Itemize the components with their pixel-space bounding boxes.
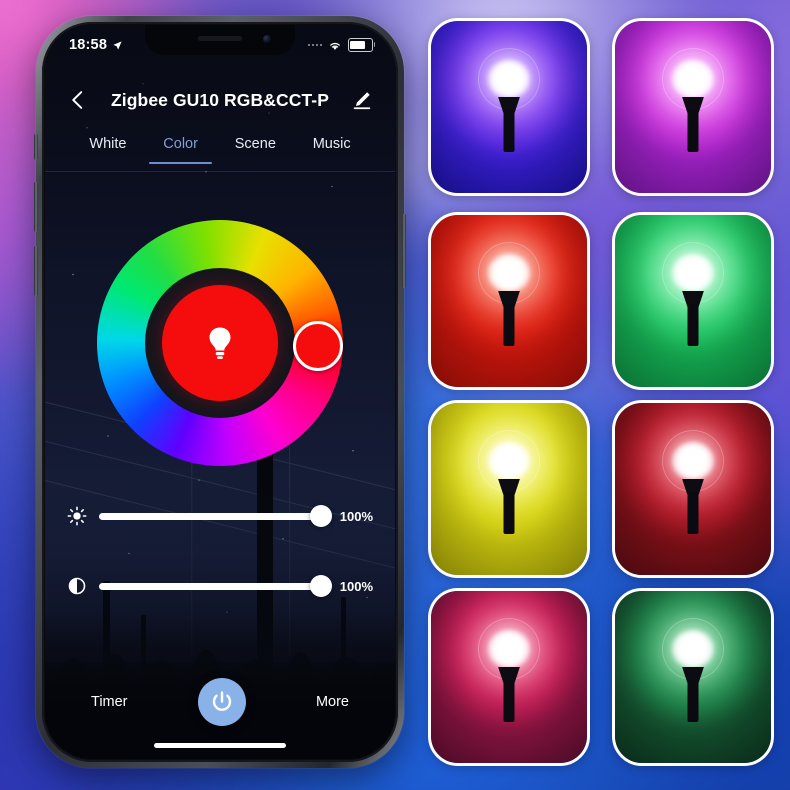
volume-down-button[interactable]	[34, 246, 38, 296]
temperature-slider-thumb[interactable]	[310, 575, 332, 597]
tabs-divider	[45, 171, 395, 172]
power-toggle-button[interactable]	[197, 678, 246, 726]
brightness-slider-row: 100%	[67, 495, 373, 537]
tile-vignette	[431, 215, 587, 387]
phone-screen: 18:58 Zigbee GU10 RGB&CCT-P White Color …	[45, 25, 395, 759]
more-button[interactable]: More	[316, 694, 349, 710]
hue-selector-handle[interactable]	[293, 321, 343, 371]
brightness-sun-icon	[67, 506, 87, 526]
wifi-icon	[330, 42, 340, 50]
product-tile-bulb-red[interactable]	[428, 212, 590, 390]
page-title: Zigbee GU10 RGB&CCT-P	[111, 89, 329, 110]
product-tile-bulb-dark-red[interactable]	[612, 400, 774, 578]
mode-tabs: White Color Scene Music	[45, 129, 395, 171]
temperature-slider-fill	[99, 582, 321, 590]
tab-scene[interactable]: Scene	[233, 136, 278, 164]
earpiece-speaker	[198, 36, 242, 41]
location-arrow-icon	[113, 40, 122, 50]
tab-color[interactable]: Color	[149, 136, 212, 164]
pencil-edit-icon[interactable]	[351, 89, 373, 111]
product-tile-grid	[428, 18, 776, 770]
phone-bezel: 18:58 Zigbee GU10 RGB&CCT-P White Color …	[42, 22, 398, 762]
light-bulb-icon	[209, 327, 231, 359]
tile-vignette	[615, 215, 771, 387]
temperature-slider-track[interactable]	[99, 575, 332, 597]
phone-notch	[145, 25, 295, 55]
volume-up-button[interactable]	[34, 182, 38, 232]
product-tile-bulb-magenta[interactable]	[612, 18, 774, 196]
tab-music[interactable]: Music	[311, 136, 353, 164]
brightness-slider-thumb[interactable]	[310, 505, 332, 527]
tile-vignette	[431, 403, 587, 575]
brightness-slider-fill	[99, 512, 321, 520]
color-wheel[interactable]	[97, 220, 343, 466]
tile-vignette	[431, 591, 587, 763]
brightness-slider-track[interactable]	[99, 505, 332, 527]
app-header: Zigbee GU10 RGB&CCT-P	[45, 77, 395, 123]
light-controls: 100% 100%	[45, 495, 395, 607]
home-indicator[interactable]	[154, 743, 286, 748]
temperature-value: 100%	[339, 578, 373, 594]
status-bar-time: 18:58	[69, 37, 108, 53]
status-bar-right	[307, 38, 376, 52]
mute-switch[interactable]	[34, 134, 38, 160]
power-side-button[interactable]	[402, 214, 406, 288]
chevron-left-icon[interactable]	[67, 89, 89, 111]
product-tile-bulb-crimson-pink[interactable]	[428, 588, 590, 766]
power-icon	[212, 691, 231, 711]
color-temperature-icon	[68, 577, 86, 595]
tab-white[interactable]: White	[87, 136, 128, 164]
timer-button[interactable]: Timer	[91, 694, 128, 710]
temperature-slider-row: 100%	[67, 565, 373, 607]
front-camera	[263, 35, 271, 43]
product-tile-bulb-yellow[interactable]	[428, 400, 590, 578]
smartphone-mockup: 18:58 Zigbee GU10 RGB&CCT-P White Color …	[34, 16, 406, 768]
tile-vignette	[615, 21, 771, 193]
product-tile-bulb-blue-violet[interactable]	[428, 18, 590, 196]
tile-vignette	[615, 591, 771, 763]
product-tile-bulb-dark-green[interactable]	[612, 588, 774, 766]
tile-vignette	[615, 403, 771, 575]
product-tile-bulb-green[interactable]	[612, 212, 774, 390]
selected-color-preview-button[interactable]	[162, 285, 278, 401]
status-bar-left: 18:58	[69, 37, 123, 53]
screenshot-canvas: 18:58 Zigbee GU10 RGB&CCT-P White Color …	[0, 0, 790, 790]
tile-vignette	[431, 21, 587, 193]
battery-icon	[348, 38, 376, 52]
brightness-value: 100%	[339, 508, 373, 524]
signal-dots-icon	[307, 43, 322, 47]
